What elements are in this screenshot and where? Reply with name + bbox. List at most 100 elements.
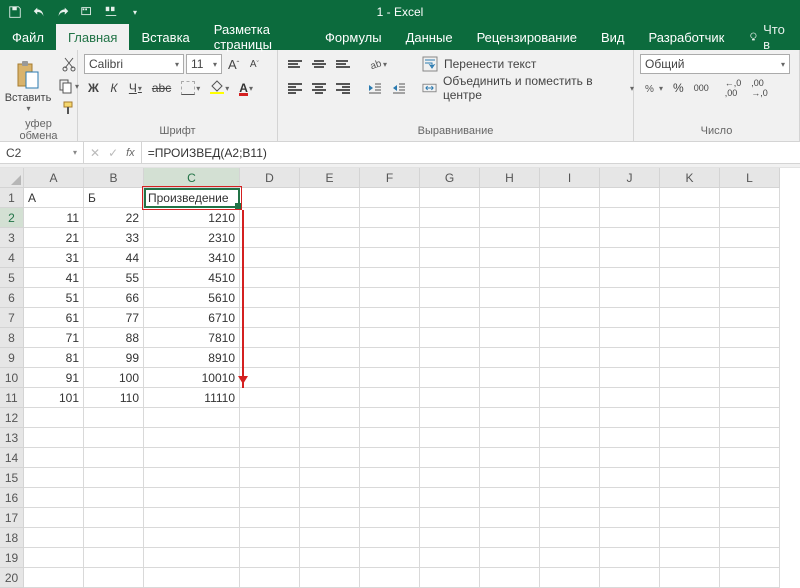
row-header[interactable]: 11 [0,388,24,408]
cell[interactable] [660,248,720,268]
cell[interactable] [480,548,540,568]
cell[interactable] [360,468,420,488]
cell[interactable] [24,488,84,508]
row-header[interactable]: 13 [0,428,24,448]
cell[interactable] [144,568,240,588]
cell[interactable] [240,268,300,288]
borders-button[interactable]: ▾ [177,78,204,98]
cell[interactable]: 2310 [144,228,240,248]
column-header[interactable]: L [720,168,780,188]
number-format-combo[interactable]: Общий▾ [640,54,790,74]
cell[interactable] [600,408,660,428]
row-header[interactable]: 9 [0,348,24,368]
cell[interactable] [240,448,300,468]
cell[interactable]: 1210 [144,208,240,228]
cell[interactable] [420,408,480,428]
cell[interactable] [720,388,780,408]
cell[interactable]: 3410 [144,248,240,268]
cell[interactable] [300,468,360,488]
cell[interactable] [240,348,300,368]
cell[interactable] [600,368,660,388]
qat-customize-icon[interactable]: ▾ [128,5,142,19]
cell[interactable] [360,508,420,528]
tab-developer[interactable]: Разработчик [636,24,736,50]
cell[interactable]: 99 [84,348,144,368]
row-header[interactable]: 19 [0,548,24,568]
cell[interactable] [420,188,480,208]
cell[interactable] [144,528,240,548]
cell[interactable] [480,528,540,548]
cell[interactable] [600,268,660,288]
cell[interactable] [480,288,540,308]
select-all-corner[interactable] [0,168,24,188]
cell[interactable] [600,348,660,368]
formula-input[interactable]: =ПРОИЗВЕД(A2;B11) [142,142,800,163]
cell[interactable] [600,188,660,208]
cell[interactable] [420,228,480,248]
cell[interactable] [360,268,420,288]
cell[interactable] [480,388,540,408]
cell[interactable] [540,368,600,388]
cell[interactable] [720,368,780,388]
cell[interactable] [660,188,720,208]
tab-file[interactable]: Файл [0,24,56,50]
cell[interactable] [660,208,720,228]
cell[interactable] [300,328,360,348]
cell[interactable] [360,548,420,568]
cell[interactable] [720,408,780,428]
cell[interactable] [720,248,780,268]
cell[interactable] [300,308,360,328]
column-header[interactable]: B [84,168,144,188]
cell[interactable] [24,428,84,448]
cell[interactable] [540,448,600,468]
cell[interactable] [84,448,144,468]
cell[interactable] [480,228,540,248]
cell[interactable] [480,568,540,588]
cell[interactable] [660,448,720,468]
cell[interactable] [600,508,660,528]
cell[interactable] [480,428,540,448]
cell[interactable] [420,388,480,408]
cell[interactable] [144,448,240,468]
cell[interactable] [600,448,660,468]
cell[interactable] [240,188,300,208]
cell[interactable] [420,508,480,528]
cell[interactable] [720,528,780,548]
cell[interactable] [420,368,480,388]
cell[interactable] [84,548,144,568]
cell[interactable] [480,368,540,388]
cell[interactable] [24,448,84,468]
cell[interactable] [420,568,480,588]
cell[interactable] [360,208,420,228]
cell[interactable] [480,268,540,288]
cell[interactable] [144,488,240,508]
cell[interactable] [420,208,480,228]
column-header[interactable]: J [600,168,660,188]
cell[interactable] [420,348,480,368]
row-header[interactable]: 5 [0,268,24,288]
cell[interactable] [360,568,420,588]
cell[interactable]: 61 [24,308,84,328]
row-header[interactable]: 4 [0,248,24,268]
cell[interactable] [360,328,420,348]
column-header[interactable]: H [480,168,540,188]
cell[interactable] [240,468,300,488]
cell[interactable] [540,208,600,228]
cell[interactable] [660,388,720,408]
cell[interactable] [360,248,420,268]
cell[interactable] [480,188,540,208]
fill-color-button[interactable]: ▾ [206,78,233,98]
decrease-font-button[interactable]: Aˇ [245,54,263,74]
cell[interactable] [600,248,660,268]
column-header[interactable]: K [660,168,720,188]
cell[interactable] [144,428,240,448]
cell[interactable] [420,308,480,328]
cell[interactable] [84,508,144,528]
cell[interactable] [420,528,480,548]
cell[interactable] [300,228,360,248]
cell[interactable] [540,388,600,408]
cell[interactable] [360,348,420,368]
cell[interactable] [240,548,300,568]
increase-decimal-button[interactable]: ←,0,00 [721,78,746,98]
cell[interactable] [240,308,300,328]
